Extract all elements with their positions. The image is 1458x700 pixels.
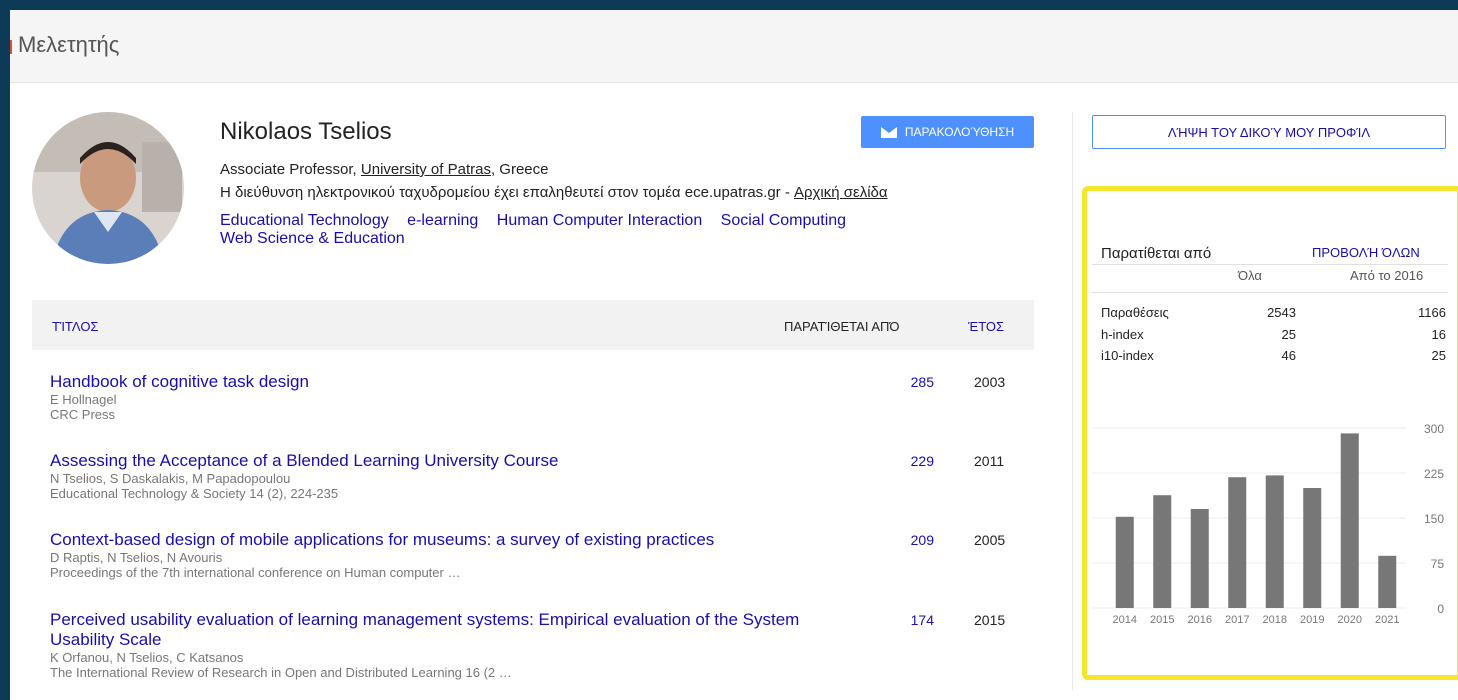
table-row: Context-based design of mobile applicati… (50, 530, 1050, 580)
table-header: ΤΊΤΛΟΣ ΠΑΡΑΤΊΘΕΤΑΙ ΑΠΌ ΈΤΟΣ (32, 300, 1034, 350)
interest-link[interactable]: Human Computer Interaction (497, 212, 702, 229)
article-year: 2011 (974, 453, 1005, 469)
article-title[interactable]: Handbook of cognitive task design (50, 372, 830, 392)
get-own-profile-button[interactable]: ΛΉΨΗ ΤΟΥ ΔΙΚΟΎ ΜΟΥ ΠΡΟΦΊΛ (1092, 115, 1446, 149)
interest-link[interactable]: e-learning (407, 212, 478, 229)
logo-text[interactable]: Μελετητής (18, 32, 119, 58)
divider (1092, 264, 1448, 265)
table-row: Assessing the Acceptance of a Blended Le… (50, 451, 1050, 501)
stat-label[interactable]: Παραθέσεις (1101, 305, 1169, 320)
interest-link[interactable]: Educational Technology (220, 212, 389, 229)
y-tick-label: 150 (1424, 512, 1444, 526)
cited-count[interactable]: 229 (894, 453, 934, 469)
article-venue: CRC Press (50, 407, 116, 422)
article-year: 2015 (974, 612, 1006, 628)
affiliation-link[interactable]: University of Patras (361, 161, 491, 178)
article-title[interactable]: Context-based design of mobile applicati… (50, 530, 830, 550)
bar-2019[interactable] (1303, 488, 1322, 608)
col-since-header: Από το 2016 (1350, 268, 1424, 283)
avatar (32, 112, 184, 264)
y-tick-label: 300 (1424, 422, 1444, 436)
cited-by-column[interactable]: ΠΑΡΑΤΊΘΕΤΑΙ ΑΠΌ (784, 319, 899, 334)
table-row: Perceived usability evaluation of learni… (50, 610, 1050, 680)
email-text: Η διεύθυνση ηλεκτρονικού ταχυδρομείου έχ… (220, 184, 794, 201)
bar-2020[interactable] (1340, 433, 1359, 608)
column-divider (1072, 112, 1073, 690)
article-authors: E Hollnagel (50, 392, 117, 407)
affiliation-prefix: Associate Professor, (220, 161, 361, 178)
bar-2015[interactable] (1153, 495, 1172, 608)
sort-by-year[interactable]: ΈΤΟΣ (968, 319, 1004, 334)
bar-2018[interactable] (1265, 475, 1284, 608)
x-tick-label: 2014 (1113, 614, 1137, 626)
stat-all: 46 (1281, 348, 1296, 363)
x-tick-label: 2018 (1263, 614, 1287, 626)
x-tick-label: 2017 (1225, 614, 1249, 626)
affiliation: Associate Professor, University of Patra… (220, 161, 548, 178)
x-tick-label: 2019 (1300, 614, 1324, 626)
bar-2016[interactable] (1190, 509, 1209, 608)
follow-label: ΠΑΡΑΚΟΛΟΎΘΗΣΗ (904, 125, 1015, 139)
article-year: 2003 (974, 374, 1006, 390)
col-all-header: Όλα (1238, 268, 1262, 283)
view-all-link[interactable]: ΠΡΟΒΟΛΉ ΌΛΩΝ (1312, 245, 1420, 260)
top-bar: Μελετητής (10, 10, 1458, 83)
stat-since: 25 (1431, 348, 1446, 363)
research-interests: Educational Technology e-learning Human … (220, 212, 940, 248)
stat-since: 16 (1431, 327, 1446, 342)
article-venue: Educational Technology & Society 14 (2),… (50, 486, 339, 501)
x-tick-label: 2020 (1338, 614, 1362, 626)
envelope-icon (880, 126, 897, 138)
article-authors: N Tselios, S Daskalakis, M Papadopoulou (50, 471, 291, 486)
stat-label[interactable]: i10-index (1101, 348, 1154, 363)
homepage-link[interactable]: Αρχική σελίδα (794, 184, 888, 201)
stat-label[interactable]: h-index (1101, 327, 1144, 342)
profile-name: Nikolaos Tselios (220, 118, 392, 145)
table-row: Handbook of cognitive task design E Holl… (50, 372, 1050, 422)
article-venue: The International Review of Research in … (50, 665, 512, 680)
affiliation-suffix: , Greece (490, 161, 549, 178)
email-verification: Η διεύθυνση ηλεκτρονικού ταχυδρομείου έχ… (220, 184, 888, 201)
cited-by-title: Παρατίθεται από (1101, 245, 1212, 262)
article-authors: D Raptis, N Tselios, N Avouris (50, 550, 223, 565)
sort-by-title[interactable]: ΤΊΤΛΟΣ (52, 319, 98, 334)
cited-count[interactable]: 174 (894, 612, 934, 628)
y-tick-label: 225 (1424, 467, 1444, 481)
cited-count[interactable]: 285 (894, 374, 934, 390)
citations-bar-chart: 0 75 150 225 300 2014 2015 2016 2017 2018 2019 2020… (1092, 422, 1445, 626)
interest-link[interactable]: Web Science & Education (220, 230, 405, 247)
y-tick-label: 75 (1431, 557, 1445, 571)
x-tick-label: 2015 (1150, 614, 1174, 626)
logo-mark (10, 40, 12, 54)
cited-count[interactable]: 209 (894, 532, 934, 548)
x-tick-label: 2016 (1188, 614, 1212, 626)
article-authors: K Orfanou, N Tselios, C Katsanos (50, 650, 244, 665)
stat-since: 1166 (1418, 305, 1446, 320)
stat-all: 25 (1281, 327, 1296, 342)
article-year: 2005 (974, 532, 1006, 548)
bar-2021[interactable] (1378, 555, 1397, 608)
article-title[interactable]: Assessing the Acceptance of a Blended Le… (50, 451, 830, 471)
article-venue: Proceedings of the 7th international con… (50, 565, 461, 580)
divider (1092, 292, 1448, 293)
stat-all: 2543 (1267, 305, 1296, 320)
bar-2017[interactable] (1228, 477, 1247, 608)
y-tick-label: 0 (1437, 602, 1444, 616)
x-tick-label: 2021 (1375, 614, 1399, 626)
article-title[interactable]: Perceived usability evaluation of learni… (50, 610, 830, 650)
follow-button[interactable]: ΠΑΡΑΚΟΛΟΎΘΗΣΗ (861, 116, 1034, 148)
interest-link[interactable]: Social Computing (721, 212, 846, 229)
bar-2014[interactable] (1115, 516, 1134, 608)
